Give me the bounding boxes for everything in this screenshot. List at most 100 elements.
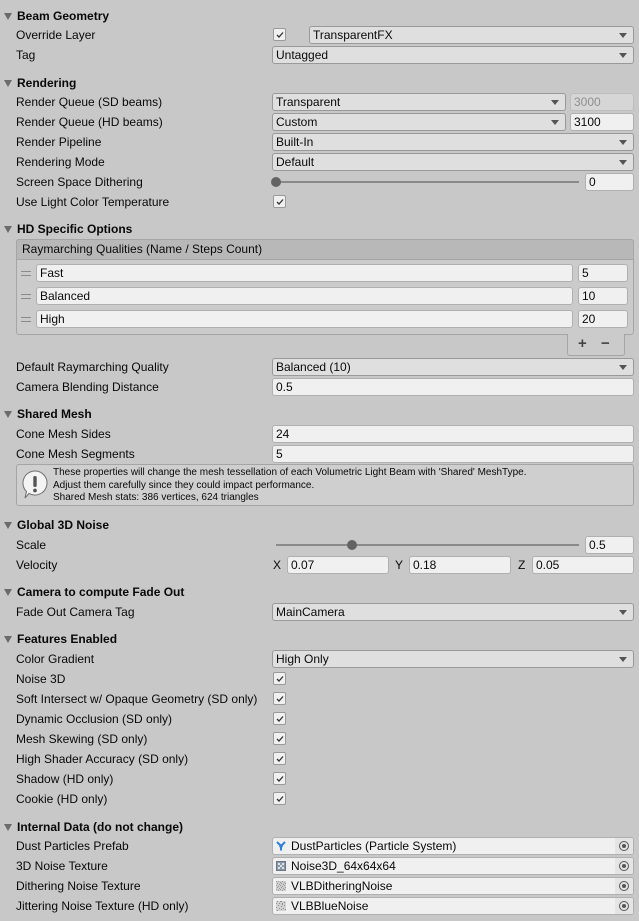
dust-particles-prefab-label: Dust Particles Prefab: [16, 839, 129, 853]
render-queue-sd-dropdown[interactable]: Transparent: [272, 93, 566, 111]
use-light-color-temperature-label: Use Light Color Temperature: [16, 195, 170, 209]
chevron-down-icon: [551, 120, 559, 125]
object-picker-button[interactable]: [615, 898, 633, 914]
noise-scale-slider-track[interactable]: [276, 544, 579, 546]
add-item-button[interactable]: +: [578, 335, 587, 353]
default-raymarching-quality-dropdown[interactable]: Balanced (10): [272, 358, 634, 376]
dithering-slider-thumb[interactable]: [271, 177, 281, 187]
override-layer-checkbox[interactable]: [273, 28, 286, 41]
feature-toggle-label: Mesh Skewing (SD only): [16, 732, 148, 746]
warning-info-icon: [22, 470, 48, 499]
list-footer: [567, 334, 625, 356]
feature-toggle-checkbox[interactable]: [273, 732, 286, 745]
section-header-features[interactable]: Features Enabled: [4, 630, 117, 648]
feature-toggle-checkbox[interactable]: [273, 792, 286, 805]
rendering-mode-dropdown[interactable]: Default: [272, 153, 634, 171]
velocity-y-input[interactable]: 0.18: [409, 556, 511, 574]
velocity-y-label: Y: [395, 558, 404, 572]
drag-handle-icon[interactable]: [21, 294, 31, 299]
checkmark-icon: [276, 716, 284, 722]
section-title: Features Enabled: [17, 632, 118, 646]
cone-mesh-sides-input[interactable]: 24: [272, 425, 634, 443]
noise-scale-value-input[interactable]: 0.5: [585, 536, 634, 554]
velocity-z-input[interactable]: 0.05: [532, 556, 634, 574]
cone-mesh-segments-input[interactable]: 5: [272, 445, 634, 463]
quality-name-input[interactable]: High: [36, 310, 573, 328]
drag-handle-icon[interactable]: [21, 317, 31, 322]
section-header-beam-geometry[interactable]: Beam Geometry: [4, 7, 109, 25]
dithering-noise-texture-label: Dithering Noise Texture: [16, 879, 141, 893]
tag-dropdown[interactable]: Untagged: [272, 46, 634, 64]
screen-space-dithering-label: Screen Space Dithering: [16, 175, 143, 189]
camera-blending-distance-input[interactable]: 0.5: [272, 378, 634, 396]
quality-name-input[interactable]: Balanced: [36, 287, 573, 305]
object-picker-dot: [622, 864, 626, 868]
cone-mesh-sides-label: Cone Mesh Sides: [16, 427, 111, 441]
section-header-rendering[interactable]: Rendering: [4, 74, 76, 92]
dropdown-value: Default: [276, 155, 315, 169]
object-value: VLBBlueNoise: [291, 899, 369, 913]
dithering-noise-texture-field[interactable]: VLBDitheringNoise: [272, 877, 634, 895]
render-queue-hd-number-input[interactable]: 3100: [570, 113, 634, 131]
remove-item-button[interactable]: −: [601, 335, 610, 353]
chevron-down-icon: [619, 140, 627, 145]
section-header-fade-out[interactable]: Camera to compute Fade Out: [4, 583, 184, 601]
feature-toggle-checkbox[interactable]: [273, 672, 286, 685]
section-title: Beam Geometry: [17, 9, 110, 23]
feature-toggle-checkbox[interactable]: [273, 692, 286, 705]
section-header-global-noise[interactable]: Global 3D Noise: [4, 516, 109, 534]
color-gradient-label: Color Gradient: [16, 652, 95, 666]
checkmark-icon: [276, 756, 284, 762]
color-gradient-dropdown[interactable]: High Only: [272, 650, 634, 668]
override-layer-label: Override Layer: [16, 28, 96, 42]
quality-name-input[interactable]: Fast: [36, 264, 573, 282]
noise-scale-slider-thumb[interactable]: [346, 540, 357, 550]
section-title: Rendering: [17, 76, 77, 90]
object-picker-button[interactable]: [615, 878, 633, 894]
checkmark-icon: [276, 199, 284, 205]
noise-3d-texture-field[interactable]: Noise3D_64x64x64: [272, 857, 634, 875]
chevron-down-icon: [619, 610, 627, 615]
section-header-hd-specific[interactable]: HD Specific Options: [4, 220, 132, 238]
feature-toggle-checkbox[interactable]: [273, 772, 286, 785]
dropdown-value: High Only: [276, 652, 329, 666]
jittering-noise-texture-field[interactable]: VLBBlueNoise: [272, 897, 634, 915]
render-queue-hd-label: Render Queue (HD beams): [16, 115, 163, 129]
fade-out-camera-tag-dropdown[interactable]: MainCamera: [272, 603, 634, 621]
jittering-noise-texture-label: Jittering Noise Texture (HD only): [16, 899, 189, 913]
override-layer-dropdown[interactable]: TransparentFX: [309, 26, 634, 44]
object-picker-button[interactable]: [615, 858, 633, 874]
render-queue-hd-dropdown[interactable]: Custom: [272, 113, 566, 131]
quality-steps-input[interactable]: 20: [578, 310, 628, 328]
quality-steps-input[interactable]: 10: [578, 287, 628, 305]
drag-handle-icon[interactable]: [21, 271, 31, 276]
foldout-triangle-icon: [4, 12, 12, 20]
object-picker-button[interactable]: [615, 838, 633, 854]
noise-3d-texture-label: 3D Noise Texture: [16, 859, 108, 873]
checkmark-icon: [276, 696, 284, 702]
section-header-internal-data[interactable]: Internal Data (do not change): [4, 818, 183, 836]
feature-toggle-label: Shadow (HD only): [16, 772, 114, 786]
object-picker-dot: [622, 844, 626, 848]
texture-icon: [276, 881, 286, 891]
dust-particles-prefab-field[interactable]: DustParticles (Particle System): [272, 837, 634, 855]
feature-toggle-checkbox[interactable]: [273, 712, 286, 725]
object-value: Noise3D_64x64x64: [291, 859, 396, 873]
raymarching-qualities-header: Raymarching Qualities (Name / Steps Coun…: [16, 239, 634, 260]
feature-toggle-checkbox[interactable]: [273, 752, 286, 765]
section-title: Global 3D Noise: [17, 518, 110, 532]
velocity-x-input[interactable]: 0.07: [287, 556, 389, 574]
quality-steps-input[interactable]: 5: [578, 264, 628, 282]
velocity-x-label: X: [273, 558, 282, 572]
section-title: Camera to compute Fade Out: [17, 585, 185, 599]
render-pipeline-dropdown[interactable]: Built-In: [272, 133, 634, 151]
object-value: DustParticles (Particle System): [291, 839, 457, 853]
checkmark-icon: [276, 776, 284, 782]
section-header-shared-mesh[interactable]: Shared Mesh: [4, 405, 92, 423]
dithering-slider-track[interactable]: [276, 181, 579, 183]
use-light-color-temperature-checkbox[interactable]: [273, 195, 286, 208]
foldout-triangle-icon: [4, 410, 12, 418]
dropdown-value: Untagged: [276, 48, 329, 62]
foldout-triangle-icon: [4, 225, 12, 233]
dithering-value-input[interactable]: 0: [585, 173, 634, 191]
